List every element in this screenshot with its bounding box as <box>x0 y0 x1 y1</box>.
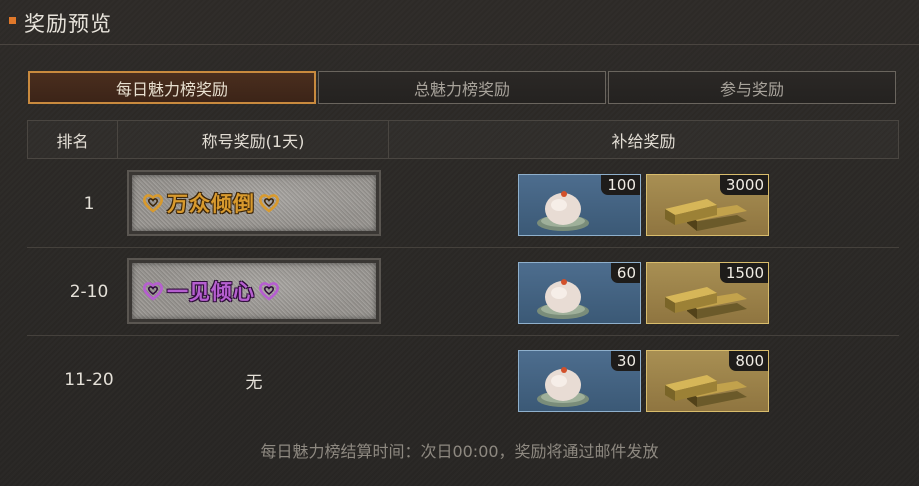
reward-preview-panel: 奖励预览 每日魅力榜奖励 总魅力榜奖励 参与奖励 排名 称号奖励(1天) 补给奖… <box>0 0 919 486</box>
table-row: 11-20 无 30 800 <box>27 336 899 424</box>
tab-total-charm-reward[interactable]: 总魅力榜奖励 <box>318 71 606 104</box>
bun-quantity: 100 <box>601 175 640 195</box>
rank-value: 1 <box>83 194 95 214</box>
bun-reward-item[interactable]: 30 <box>518 350 641 412</box>
title-badge-inner: 万众倾倒 <box>132 175 376 231</box>
heart-swirl-icon <box>142 192 164 214</box>
header-title-reward: 称号奖励(1天) <box>118 121 389 158</box>
header-rank: 排名 <box>28 121 118 158</box>
table-header: 排名 称号奖励(1天) 补给奖励 <box>27 120 899 159</box>
rank-value: 11-20 <box>64 370 114 390</box>
no-title-text: 无 <box>245 372 263 393</box>
rank-value: 2-10 <box>69 282 109 302</box>
bun-quantity: 30 <box>610 351 640 371</box>
gold-quantity: 1500 <box>719 263 768 283</box>
table-row: 2-10 一见倾心 60 1500 <box>27 248 899 336</box>
gold-reward-item[interactable]: 800 <box>646 350 769 412</box>
title-badge[interactable]: 万众倾倒 <box>127 170 381 236</box>
heart-swirl-icon <box>258 192 280 214</box>
title-badge-inner: 一见倾心 <box>132 263 376 319</box>
page-title: 奖励预览 <box>24 12 112 36</box>
table-row: 1 万众倾倒 100 3000 <box>27 160 899 248</box>
heart-swirl-icon <box>142 280 164 302</box>
heart-swirl-icon <box>258 280 280 302</box>
title-name: 万众倾倒 <box>167 192 255 216</box>
reward-table: 排名 称号奖励(1天) 补给奖励 1 万众倾倒 100 3000 2-10 一见… <box>27 120 899 426</box>
tab-daily-charm-reward[interactable]: 每日魅力榜奖励 <box>28 71 316 104</box>
gold-reward-item[interactable]: 3000 <box>646 174 769 236</box>
gold-quantity: 800 <box>729 351 768 371</box>
tab-participation-reward[interactable]: 参与奖励 <box>608 71 896 104</box>
title-bar: 奖励预览 <box>0 0 919 45</box>
bun-quantity: 60 <box>610 263 640 283</box>
gold-quantity: 3000 <box>719 175 768 195</box>
gold-reward-item[interactable]: 1500 <box>646 262 769 324</box>
bun-reward-item[interactable]: 60 <box>518 262 641 324</box>
title-badge[interactable]: 一见倾心 <box>127 258 381 324</box>
header-supply-reward: 补给奖励 <box>611 131 676 151</box>
settlement-note: 每日魅力榜结算时间：次日00:00，奖励将通过邮件发放 <box>260 442 659 461</box>
bun-reward-item[interactable]: 100 <box>518 174 641 236</box>
title-marker <box>9 17 16 24</box>
title-name: 一见倾心 <box>167 280 255 304</box>
